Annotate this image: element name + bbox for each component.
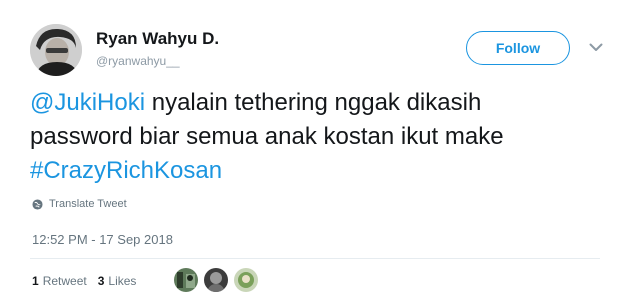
divider bbox=[30, 258, 600, 259]
liker-avatar-3[interactable] bbox=[234, 268, 258, 292]
liker-avatar-1[interactable] bbox=[174, 268, 198, 292]
translate-label: Translate Tweet bbox=[49, 198, 127, 210]
translate-tweet-button[interactable]: Translate Tweet bbox=[32, 198, 127, 210]
tweet-timestamp[interactable]: 12:52 PM - 17 Sep 2018 bbox=[32, 232, 173, 247]
chevron-down-icon[interactable] bbox=[587, 40, 605, 54]
likes-count: 3 bbox=[97, 274, 105, 288]
follow-button[interactable]: Follow bbox=[466, 31, 570, 65]
author-avatar[interactable] bbox=[30, 24, 82, 76]
liker-avatar-icon bbox=[234, 268, 258, 292]
liker-avatar-2[interactable] bbox=[204, 268, 228, 292]
tweet-stats: 1 Retweet 3 Likes bbox=[32, 274, 136, 288]
tweet-text-part-1: nyalain tethering nggak dikasih bbox=[145, 89, 482, 116]
retweets-count: 1 bbox=[32, 274, 39, 288]
liker-avatar-icon bbox=[204, 268, 228, 292]
retweets-label: Retweet bbox=[42, 274, 87, 288]
retweets-stat[interactable]: 1 Retweet bbox=[32, 274, 87, 288]
tweet-line-2: password biar semua anak kostan ikut mak… bbox=[30, 123, 504, 150]
tweet-line-3: #CrazyRichKosan bbox=[30, 154, 615, 188]
hashtag-link[interactable]: #CrazyRichKosan bbox=[30, 157, 222, 184]
mention-link[interactable]: @JukiHoki bbox=[30, 89, 145, 116]
likes-label: Likes bbox=[108, 274, 137, 288]
tweet-text: @JukiHoki nyalain tethering nggak dikasi… bbox=[30, 86, 615, 188]
author-name[interactable]: Ryan Wahyu D. bbox=[96, 29, 219, 49]
likes-stat[interactable]: 3 Likes bbox=[98, 274, 137, 288]
globe-icon bbox=[32, 198, 43, 210]
liker-avatar-icon bbox=[174, 268, 198, 292]
tweet-line-1: @JukiHoki nyalain tethering nggak dikasi… bbox=[30, 86, 615, 120]
user-avatar-icon bbox=[30, 24, 82, 76]
author-handle[interactable]: @ryanwahyu__ bbox=[96, 54, 180, 68]
likers-avatars bbox=[174, 268, 258, 292]
tweet-card: Ryan Wahyu D. @ryanwahyu__ Follow @JukiH… bbox=[0, 0, 630, 304]
